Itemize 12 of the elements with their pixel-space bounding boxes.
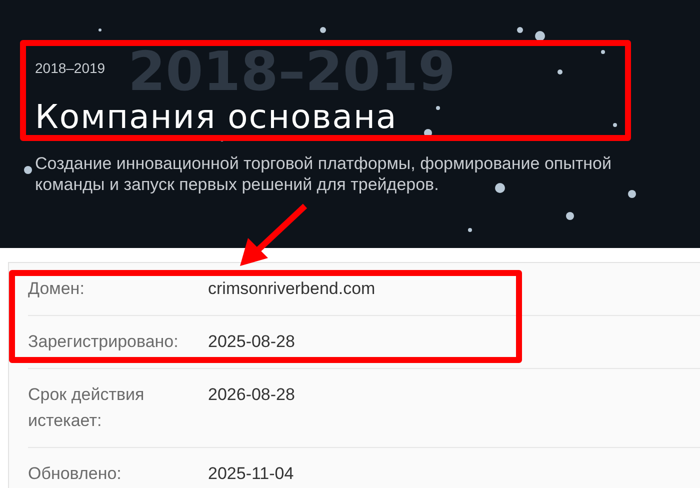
hero-description: Создание инновационной торговой платформы, формирование опытной команды и запуск первых решений для трейдеров. [35,153,612,195]
field-value: 2025-11-04 [208,463,294,485]
field-value: 2026-08-28 [208,384,295,406]
hero-title: Компания основана [35,97,398,137]
field-value: crimsonriverbend.com [208,278,376,300]
field-label: Домен: [28,278,86,300]
field-label: Срок действия истекает: [28,384,146,432]
field-label: Обновлено: [28,463,122,485]
field-value: 2025-08-28 [208,331,295,353]
field-label: Зарегистрировано: [28,331,180,353]
annotation-arrow [240,204,308,266]
period-label: 2018–2019 [35,59,106,78]
